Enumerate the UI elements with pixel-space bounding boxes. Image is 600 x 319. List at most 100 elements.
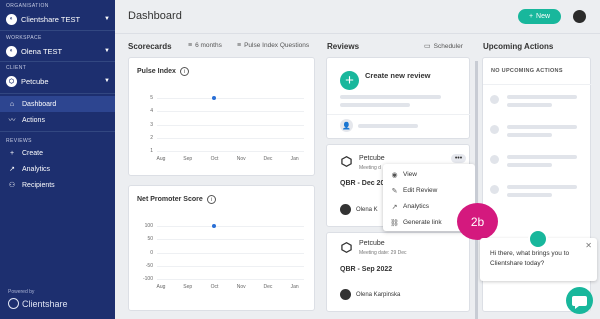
create-review-label: Create new review xyxy=(365,71,431,80)
card-title-text: Net Promoter Score xyxy=(137,196,203,203)
organisation-selector[interactable]: ◐ Clientshare TEST ▼ xyxy=(6,12,110,26)
review-owner-name: Olena K xyxy=(356,206,378,213)
home-icon: ⌂ xyxy=(9,100,15,108)
questions-filter[interactable]: ≡ Pulse Index Questions xyxy=(237,42,309,49)
sidebar-item-label: Analytics xyxy=(22,165,51,173)
avatar xyxy=(340,289,351,300)
placeholder-icon xyxy=(490,155,499,164)
pulse-index-card: Pulse Index i 1 2 3 4 5 Aug Sep Oct Nov Dec Jan xyxy=(128,57,315,176)
client-selector[interactable]: ⬡ Petcube ▼ xyxy=(6,74,110,88)
chart-icon: ↗ xyxy=(9,166,15,173)
chat-agent-icon xyxy=(528,229,548,249)
placeholder-icon xyxy=(490,185,499,194)
brand-logo: Clientshare xyxy=(8,298,68,309)
menu-item-view[interactable]: ◉ View xyxy=(383,167,475,182)
placeholder-line xyxy=(340,95,441,99)
review-owner: Olena Karpinska xyxy=(340,289,400,300)
gridline xyxy=(157,151,304,152)
placeholder-line xyxy=(507,163,552,167)
reviews-section-label: REVIEWS xyxy=(6,138,32,144)
placeholder-icon xyxy=(490,95,499,104)
more-options-button[interactable]: ••• xyxy=(451,154,466,163)
review-client: Petcube xyxy=(359,155,385,162)
divider xyxy=(0,30,115,31)
scheduler-link[interactable]: ▭ Scheduler xyxy=(424,42,463,51)
sidebar: ORGANISATION ◐ Clientshare TEST ▼ WORKSP… xyxy=(0,0,115,319)
nps-card: Net Promoter Score i -100 -50 0 50 100 Aug Sep… xyxy=(128,185,315,311)
plus-icon: + xyxy=(528,13,534,20)
reviews-scrollbar[interactable] xyxy=(475,61,478,319)
eye-icon: ◉ xyxy=(391,171,398,179)
review-title: QBR - Dec 20 xyxy=(340,180,385,187)
chevron-down-icon: ▼ xyxy=(104,16,110,22)
review-card[interactable]: Petcube Meeting date: 29 Dec QBR - Sep 2… xyxy=(326,232,470,312)
x-tick-label: Jan xyxy=(290,156,299,162)
data-point[interactable] xyxy=(212,224,217,228)
placeholder-line xyxy=(507,103,552,107)
review-meeting-date: Meeting date: 29 Dec xyxy=(359,250,407,256)
chat-launcher-button[interactable] xyxy=(566,287,593,314)
filter-icon: ≡ xyxy=(188,42,193,49)
new-button[interactable]: + New xyxy=(518,9,561,24)
divider xyxy=(327,114,471,115)
placeholder-line xyxy=(507,133,552,137)
y-tick-label: 3 xyxy=(150,121,153,128)
link-icon: ⛓ xyxy=(390,219,399,227)
menu-item-label: View xyxy=(403,171,417,178)
review-client: Petcube xyxy=(359,240,385,247)
hexagon-logo-icon xyxy=(341,156,352,167)
y-tick-label: 50 xyxy=(147,236,153,243)
workspace-logo-icon: ◐ xyxy=(6,45,17,57)
create-review-card[interactable]: + Create new review 👤 xyxy=(326,57,471,139)
review-owner-name: Olena Karpinska xyxy=(356,291,401,298)
placeholder-line xyxy=(507,125,577,129)
scorecards-title: Scorecards xyxy=(128,42,172,51)
organisation-section-label: ORGANISATION xyxy=(6,3,49,9)
pulse-icon: 〰 xyxy=(8,117,16,124)
placeholder-line xyxy=(507,155,577,159)
y-tick-label: 4 xyxy=(150,108,153,115)
gridline xyxy=(157,226,304,227)
workspace-name: Olena TEST xyxy=(21,46,63,56)
y-tick-label: 2 xyxy=(150,134,153,141)
y-tick-label: -100 xyxy=(142,276,153,282)
period-filter[interactable]: ≡ 6 months xyxy=(188,42,222,49)
x-tick-label: Sep xyxy=(183,156,193,162)
card-title-text: Pulse Index xyxy=(137,68,176,75)
sidebar-item-recipients[interactable]: ⚇ Recipients xyxy=(0,177,115,193)
sidebar-item-actions[interactable]: 〰 Actions xyxy=(0,112,115,128)
close-icon[interactable]: ✕ xyxy=(585,241,592,250)
user-placeholder-icon: 👤 xyxy=(340,119,353,132)
placeholder-line xyxy=(358,124,418,128)
chevron-down-icon: ▼ xyxy=(104,48,110,54)
sidebar-item-label: Recipients xyxy=(22,181,55,189)
clientshare-logo-icon xyxy=(8,298,19,309)
placeholder-icon xyxy=(490,125,499,134)
sidebar-item-label: Actions xyxy=(22,116,45,124)
gridline xyxy=(157,124,304,126)
workspace-selector[interactable]: ◐ Olena TEST ▼ xyxy=(6,44,110,58)
brand-name: Clientshare xyxy=(22,298,68,309)
sidebar-item-dashboard[interactable]: ⌂ Dashboard xyxy=(0,96,115,112)
info-icon[interactable]: i xyxy=(179,67,189,76)
review-title: QBR - Sep 2022 xyxy=(340,266,393,273)
nps-title: Net Promoter Score i xyxy=(137,195,216,204)
data-point[interactable] xyxy=(212,96,217,100)
calendar-icon: ▭ xyxy=(424,43,431,50)
sidebar-item-create[interactable]: + Create xyxy=(0,145,115,161)
info-icon[interactable]: i xyxy=(206,195,216,204)
y-tick-label: 5 xyxy=(150,95,153,101)
sidebar-item-label: Create xyxy=(22,149,44,157)
reviews-title: Reviews xyxy=(327,42,360,51)
x-tick-label: Aug xyxy=(156,156,166,162)
menu-item-edit-review[interactable]: ✎ Edit Review xyxy=(383,183,475,198)
placeholder-line xyxy=(507,185,577,189)
x-tick-label: Nov xyxy=(236,156,246,162)
sidebar-item-analytics[interactable]: ↗ Analytics xyxy=(0,161,115,177)
x-tick-label: Oct xyxy=(210,284,219,290)
add-review-icon[interactable]: + xyxy=(340,71,359,90)
y-tick-label: -50 xyxy=(145,262,153,269)
user-avatar[interactable] xyxy=(573,10,586,23)
placeholder-line xyxy=(340,103,410,107)
x-tick-label: Sep xyxy=(183,284,193,290)
